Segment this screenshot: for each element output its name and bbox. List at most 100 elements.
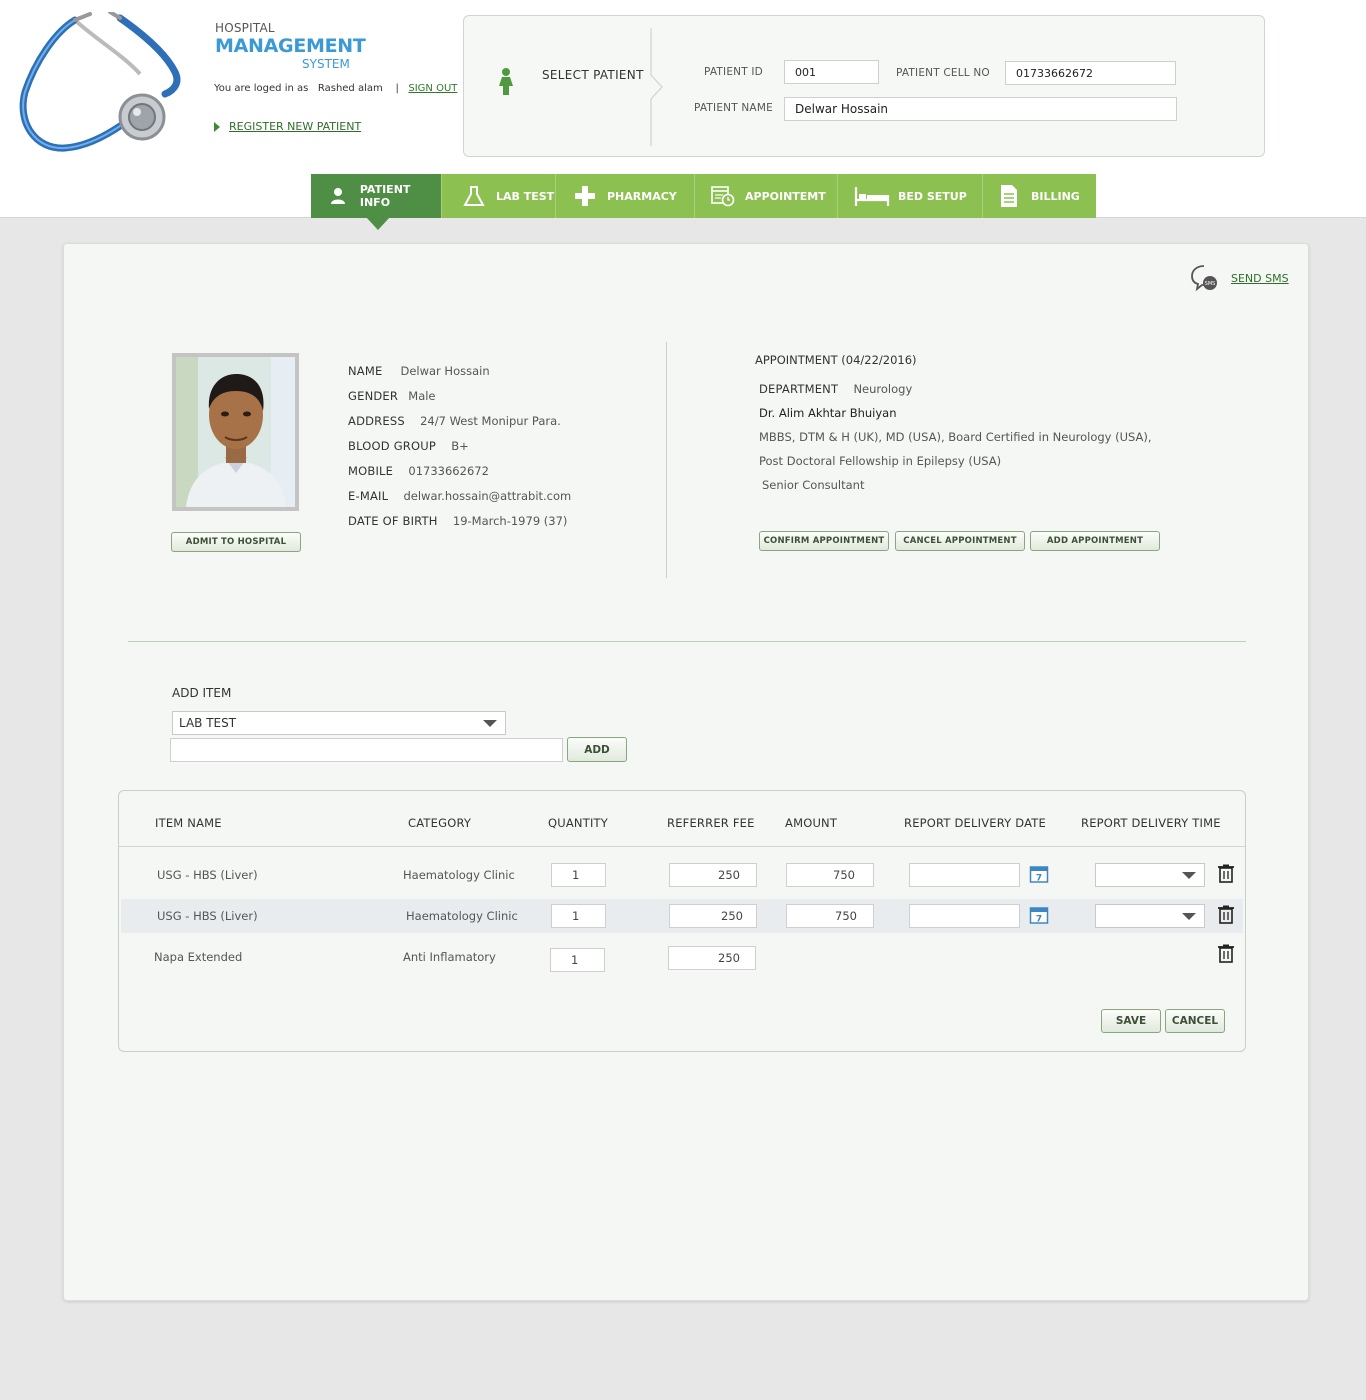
tab-label: LAB TEST [496,189,555,203]
patient-photo [172,353,299,511]
vertical-divider [666,342,667,578]
trash-icon[interactable] [1218,944,1234,963]
register-link-label[interactable]: REGISTER NEW PATIENT [229,120,361,133]
tab-appointment[interactable]: APPOINTEMT [695,174,838,218]
blood-group-value: B+ [451,439,469,453]
col-category: CATEGORY [408,816,472,830]
login-user: Rashed alam [317,83,383,94]
tab-patient-info[interactable]: PATIENT INFO [311,174,442,218]
patient-figure-icon [499,68,513,95]
item-search-input[interactable] [170,738,563,762]
send-sms-label[interactable]: SEND SMS [1231,272,1289,285]
login-separator: | [395,83,399,94]
row3-fee-input[interactable]: 250 [668,946,756,970]
email-value: delwar.hossain@attrabit.com [403,489,572,503]
svg-text:SMS: SMS [1205,281,1216,287]
row3-quantity-input[interactable]: 1 [550,948,605,972]
appointment-details: DEPARTMENT Neurology Dr. Alim Akhtar Bhu… [759,376,1152,497]
doctor-name: Dr. Alim Akhtar Bhuiyan [759,406,897,420]
row2-time-select[interactable] [1095,904,1205,928]
login-prefix: You are loged in as [214,83,309,94]
add-appointment-button[interactable]: ADD APPOINTMENT [1030,531,1160,551]
tab-label: PHARMACY [607,189,677,203]
tab-pharmacy[interactable]: PHARMACY [556,174,695,218]
table-header-divider [119,846,1245,847]
chevron-down-icon [1182,913,1196,920]
tab-label: APPOINTEMT [745,189,826,203]
sign-out-link[interactable]: SIGN OUT [408,83,457,94]
col-report-time: REPORT DELIVERY TIME [1081,816,1221,830]
row3-item: Napa Extended [154,950,243,964]
col-quantity: QUANTITY [548,816,609,830]
row2-date-input[interactable] [909,904,1020,928]
flask-icon [460,185,488,207]
divider-chevron [650,28,663,146]
tab-label: BED SETUP [898,189,967,203]
name-label: NAME [348,364,383,378]
row1-quantity-input[interactable]: 1 [551,863,606,887]
patient-cell-input[interactable] [1005,61,1176,85]
person-icon [325,187,352,205]
address-value: 24/7 West Monipur Para. [420,414,561,428]
document-icon [995,184,1023,208]
row2-amount-input[interactable]: 750 [786,904,874,928]
address-label: ADDRESS [348,414,405,428]
login-status: You are loged in as Rashed alam | SIGN O… [214,83,457,94]
logo-system-text: SYSTEM [302,57,350,71]
save-button[interactable]: SAVE [1101,1009,1161,1033]
calendar-clock-icon [709,185,737,207]
gender-label: GENDER [348,389,399,403]
row1-time-select[interactable] [1095,863,1205,887]
patient-id-input[interactable] [784,60,879,84]
tab-label: PATIENT INFO [359,183,411,209]
logo-management-text: MANAGEMENT [215,35,366,57]
add-item-title: ADD ITEM [172,686,232,700]
patient-cell-label: PATIENT CELL NO [896,67,990,79]
tab-billing[interactable]: BILLING [983,174,1096,218]
bed-icon [854,185,890,207]
item-type-select[interactable]: LAB TEST [172,711,506,735]
trash-icon[interactable] [1218,905,1234,924]
add-item-button[interactable]: ADD [567,737,627,762]
doctor-position: Senior Consultant [762,478,865,492]
tab-bed-setup[interactable]: BED SETUP [838,174,983,218]
cancel-appointment-button[interactable]: CANCEL APPOINTMENT [895,531,1025,551]
patient-name-input[interactable] [784,97,1177,121]
calendar-icon[interactable]: 7 [1029,864,1049,884]
confirm-appointment-button[interactable]: CONFIRM APPOINTMENT [759,531,889,551]
admit-to-hospital-button[interactable]: ADMIT TO HOSPITAL [171,532,301,552]
cancel-button[interactable]: CANCEL [1165,1009,1225,1033]
row2-fee-input[interactable]: 250 [669,904,757,928]
logo-hospital-text: HOSPITAL [215,21,275,35]
row1-item: USG - HBS (Liver) [157,868,258,882]
trash-icon[interactable] [1218,864,1234,883]
row3-category: Anti Inflamatory [403,950,496,964]
select-patient-panel: SELECT PATIENT PATIENT ID PATIENT CELL N… [463,15,1265,157]
row2-item: USG - HBS (Liver) [157,909,258,923]
row1-fee-input[interactable]: 250 [669,863,757,887]
calendar-icon[interactable]: 7 [1029,905,1049,925]
dob-label: DATE OF BIRTH [348,514,438,528]
active-tab-pointer [366,217,390,230]
tab-lab-test[interactable]: LAB TEST [442,174,556,218]
row2-category: Haematology Clinic [406,909,518,923]
department-value: Neurology [853,382,913,396]
patient-details: NAME Delwar Hossain GENDER Male ADDRESS 2… [348,358,571,533]
mobile-value: 01733662672 [408,464,489,478]
select-patient-title: SELECT PATIENT [542,68,644,82]
row1-date-input[interactable] [909,863,1020,887]
patient-id-label: PATIENT ID [704,66,763,78]
chevron-down-icon [483,720,497,727]
col-referrer-fee: REFERRER FEE [667,816,755,830]
mobile-label: MOBILE [348,464,394,478]
svg-text:7: 7 [1036,874,1042,884]
row2-quantity-input[interactable]: 1 [551,904,606,928]
row1-amount-input[interactable]: 750 [786,863,874,887]
col-report-date: REPORT DELIVERY DATE [904,816,1046,830]
chevron-down-icon [1182,872,1196,879]
name-value: Delwar Hossain [400,364,490,378]
send-sms[interactable]: SMS SEND SMS [1190,264,1289,292]
svg-text:7: 7 [1036,915,1042,925]
register-new-patient[interactable]: REGISTER NEW PATIENT [214,120,361,133]
appointment-title: APPOINTMENT (04/22/2016) [755,353,917,367]
